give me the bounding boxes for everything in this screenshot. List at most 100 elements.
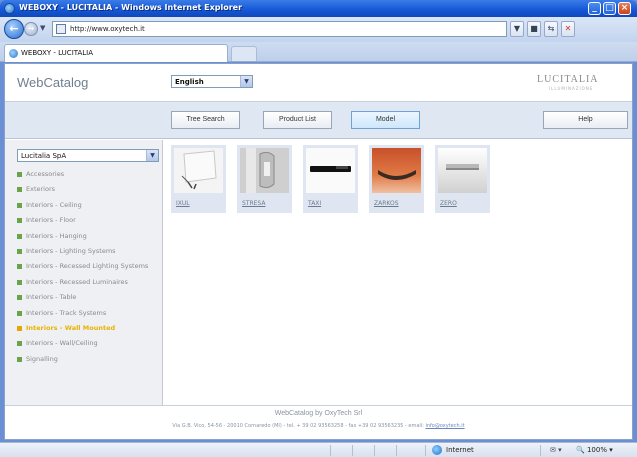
product-card[interactable]: STRESA: [237, 145, 292, 213]
product-thumbnail[interactable]: [240, 148, 289, 193]
chevron-down-icon[interactable]: ▼: [240, 76, 252, 87]
category-item[interactable]: Interiors - Recessed Luminaires: [17, 275, 163, 290]
web-page: WebCatalog English ▼ LUCITALIA ILLUMINAZ…: [4, 63, 633, 440]
tree-search-button[interactable]: Tree Search: [171, 111, 240, 129]
category-label: Interiors - Lighting Systems: [26, 246, 116, 255]
product-card[interactable]: ZARKOS: [369, 145, 424, 213]
address-toolbar: ← → ▼ http://www.oxytech.it ▼ ■ ⇆ ✕: [0, 17, 637, 42]
footer-address: Via G.B. Vico, 54-56 - 20010 Cornaredo (…: [5, 423, 632, 429]
bullet-icon: [17, 341, 22, 347]
category-item[interactable]: Accessories: [17, 167, 163, 182]
address-dropdown-button[interactable]: ▼: [510, 21, 524, 37]
page-footer: WebCatalog by OxyTech Srl Via G.B. Vico,…: [5, 405, 632, 439]
product-thumbnail[interactable]: [438, 148, 487, 193]
product-link[interactable]: IXUL: [176, 200, 190, 207]
refresh-button[interactable]: ⇆: [544, 21, 558, 37]
page-icon: [56, 24, 66, 34]
product-card[interactable]: ZERO: [435, 145, 490, 213]
category-label: Interiors - Recessed Luminaires: [26, 277, 128, 286]
product-thumbnail[interactable]: [306, 148, 355, 193]
brand-title: WebCatalog: [17, 75, 89, 90]
zoom-level[interactable]: 🔍 100% ▾: [576, 446, 613, 454]
logo-subtitle: ILLUMINAZIONE: [549, 86, 594, 91]
window-titlebar[interactable]: WEBOXY - LUCITALIA - Windows Internet Ex…: [0, 0, 637, 17]
status-divider: [425, 445, 426, 456]
category-item[interactable]: Interiors - Lighting Systems: [17, 244, 163, 259]
category-item[interactable]: Exteriors: [17, 182, 163, 197]
category-label: Interiors - Recessed Lighting Systems: [26, 262, 149, 271]
stop-button[interactable]: ✕: [561, 21, 575, 37]
protected-mode-icon[interactable]: ✉ ▾: [550, 446, 562, 454]
language-select[interactable]: English ▼: [171, 75, 253, 88]
product-list-button[interactable]: Product List: [263, 111, 332, 129]
product-link[interactable]: STRESA: [242, 200, 265, 207]
category-label: Accessories: [26, 170, 65, 178]
email-link[interactable]: info@oxytech.it: [425, 423, 464, 429]
close-button[interactable]: ×: [618, 2, 631, 15]
minimize-button[interactable]: _: [588, 2, 601, 15]
bullet-icon: [17, 356, 22, 362]
product-grid: IXUL STRESA TAXI ZARKOS ZERO: [164, 140, 632, 405]
chevron-down-icon[interactable]: ▼: [146, 150, 158, 161]
help-button[interactable]: Help: [543, 111, 628, 129]
tab-current[interactable]: WEBOXY - LUCITALIA: [4, 44, 228, 62]
category-list: Accessories Exteriors Interiors - Ceilin…: [17, 167, 163, 367]
tab-title: WEBOXY - LUCITALIA: [21, 49, 94, 57]
category-item[interactable]: Signalling: [17, 352, 163, 367]
address-text: http://www.oxytech.it: [70, 25, 145, 33]
status-divider: [396, 445, 397, 456]
internet-globe-icon: [432, 445, 442, 455]
bullet-icon: [17, 218, 22, 224]
category-item[interactable]: Interiors - Floor: [17, 213, 163, 228]
product-card[interactable]: IXUL: [171, 145, 226, 213]
category-item[interactable]: Interiors - Table: [17, 290, 163, 305]
bullet-icon: [17, 264, 22, 270]
zoom-value: 100%: [586, 446, 607, 454]
status-divider: [374, 445, 375, 456]
sidebar: Lucitalia SpA ▼ Accessories Exteriors In…: [5, 140, 163, 405]
language-value: English: [175, 78, 204, 86]
company-value: Lucitalia SpA: [21, 152, 67, 160]
product-link[interactable]: TAXI: [308, 200, 321, 207]
forward-button[interactable]: →: [24, 22, 38, 36]
category-label: Exteriors: [26, 185, 56, 194]
category-label: Interiors - Wall Mounted: [26, 323, 116, 332]
product-thumbnail[interactable]: [174, 148, 223, 193]
category-label: Interiors - Track Systems: [26, 308, 107, 317]
category-item[interactable]: Interiors - Wall/Ceiling: [17, 336, 163, 351]
category-item[interactable]: Interiors - Track Systems: [17, 306, 163, 321]
product-link[interactable]: ZARKOS: [374, 200, 399, 207]
bullet-icon: [17, 202, 22, 208]
status-divider: [330, 445, 331, 456]
product-link[interactable]: ZERO: [440, 200, 457, 207]
lucitalia-logo: LUCITALIA: [537, 74, 599, 85]
bullet-icon: [17, 295, 22, 301]
category-label: Signalling: [26, 354, 58, 363]
model-button[interactable]: Model: [351, 111, 420, 129]
product-card[interactable]: TAXI: [303, 145, 358, 213]
bullet-icon: [17, 248, 22, 254]
new-tab-button[interactable]: [231, 46, 257, 61]
product-thumbnail[interactable]: [372, 148, 421, 193]
bullet-icon: [17, 310, 22, 316]
security-zone: Internet: [446, 446, 474, 454]
footer-title: WebCatalog by OxyTech Srl: [274, 410, 363, 417]
category-item[interactable]: Interiors - Ceiling: [17, 198, 163, 213]
recent-pages-dropdown-icon[interactable]: ▼: [40, 24, 48, 34]
bullet-icon: [17, 187, 22, 193]
category-item[interactable]: Interiors - Recessed Lighting Systems: [17, 259, 163, 274]
footer-address-text: Via G.B. Vico, 54-56 - 20010 Cornaredo (…: [172, 423, 424, 429]
maximize-button[interactable]: □: [603, 2, 616, 15]
category-label: Interiors - Table: [26, 293, 77, 302]
status-bar: Internet ✉ ▾ 🔍 100% ▾: [0, 442, 637, 457]
compatibility-icon[interactable]: ■: [527, 21, 541, 37]
back-button[interactable]: ←: [4, 19, 24, 39]
category-label: Interiors - Wall/Ceiling: [26, 339, 98, 348]
bullet-icon: [17, 325, 22, 331]
category-label: Interiors - Floor: [26, 216, 76, 225]
bullet-icon: [17, 279, 22, 285]
category-item[interactable]: Interiors - Hanging: [17, 229, 163, 244]
category-item-selected[interactable]: Interiors - Wall Mounted: [17, 321, 163, 336]
address-input[interactable]: http://www.oxytech.it: [52, 21, 507, 37]
company-select[interactable]: Lucitalia SpA ▼: [17, 149, 159, 162]
